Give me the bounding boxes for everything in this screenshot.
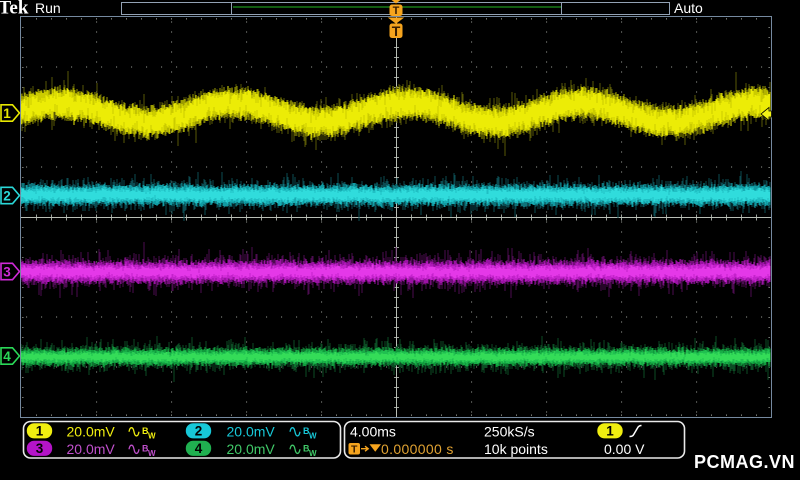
svg-text:1: 1 [36, 424, 44, 439]
svg-text:Run: Run [35, 0, 61, 16]
svg-text:T: T [392, 23, 401, 39]
svg-text:Tek: Tek [0, 0, 29, 19]
svg-text:3: 3 [3, 264, 11, 279]
svg-text:4: 4 [195, 441, 203, 456]
svg-text:PCMAG.VN: PCMAG.VN [694, 452, 795, 472]
svg-text:2: 2 [3, 188, 11, 203]
svg-text:0.00 V: 0.00 V [604, 441, 645, 457]
svg-text:T: T [351, 444, 358, 456]
svg-text:1: 1 [3, 106, 11, 121]
svg-text:4: 4 [3, 349, 11, 364]
svg-text:0.000000 s: 0.000000 s [381, 441, 454, 457]
svg-text:2: 2 [195, 424, 203, 439]
svg-text:W: W [309, 431, 317, 440]
svg-text:20.0mV: 20.0mV [67, 441, 116, 457]
svg-text:W: W [148, 431, 156, 440]
svg-text:20.0mV: 20.0mV [67, 423, 116, 439]
svg-text:250kS/s: 250kS/s [484, 423, 535, 439]
svg-text:20.0mV: 20.0mV [227, 441, 276, 457]
svg-text:20.0mV: 20.0mV [227, 423, 276, 439]
svg-text:10k points: 10k points [484, 441, 548, 457]
svg-text:4.00ms: 4.00ms [350, 423, 396, 439]
svg-text:Auto: Auto [674, 0, 703, 16]
svg-text:W: W [309, 449, 317, 458]
svg-text:1: 1 [606, 424, 614, 439]
svg-text:3: 3 [36, 441, 44, 456]
svg-text:W: W [148, 449, 156, 458]
svg-text:T: T [393, 5, 400, 17]
